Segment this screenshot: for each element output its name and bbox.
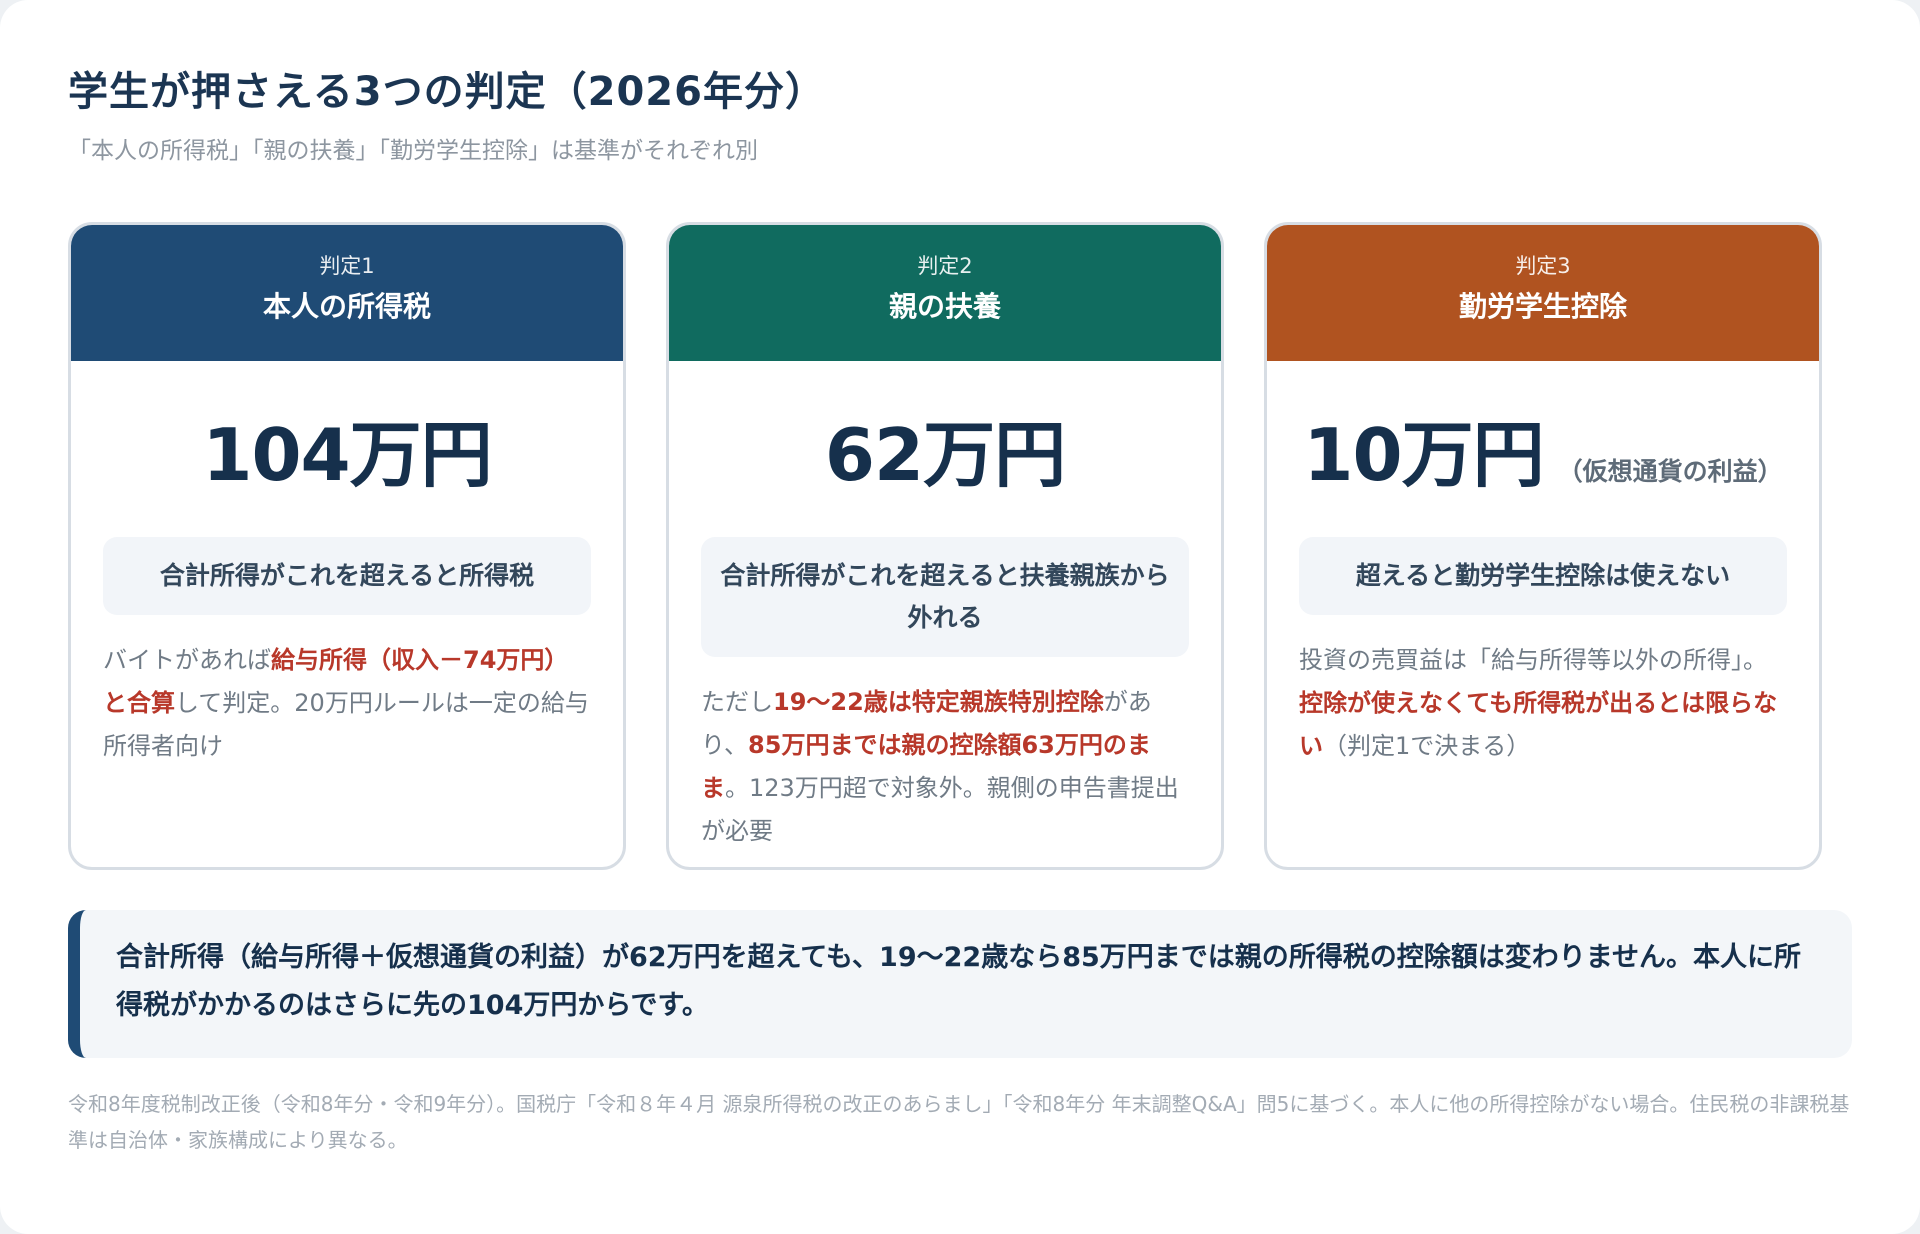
card-header: 判定2 親の扶養 [669, 225, 1221, 361]
card-title: 親の扶養 [888, 290, 1001, 323]
desc-text: 投資の売買益は「給与所得等以外の所得」。 [1299, 646, 1767, 674]
desc-text: （判定1で決まる） [1323, 732, 1531, 760]
card-header: 判定3 勤労学生控除 [1267, 225, 1819, 361]
threshold-condition: 合計所得がこれを超えると扶養親族から外れる [701, 537, 1189, 657]
desc-text: 。123万円超で対象外。親側の申告書提出が必要 [701, 774, 1179, 845]
card-title: 勤労学生控除 [1458, 290, 1627, 323]
card-title: 本人の所得税 [262, 290, 431, 323]
desc-text: バイトがあれば [103, 646, 271, 674]
judgment-cards: 判定1 本人の所得税 104万円 合計所得がこれを超えると所得税 バイトがあれば… [68, 222, 1852, 870]
card-label: 判定2 [917, 254, 973, 278]
card-body: 62万円 合計所得がこれを超えると扶養親族から外れる ただし19〜22歳は特定親… [669, 405, 1221, 853]
page-title: 学生が押さえる3つの判定（2026年分） [68, 69, 826, 115]
card-working-student: 判定3 勤労学生控除 10万円 （仮想通貨の利益） 超えると勤労学生控除は使えない… [1264, 222, 1822, 870]
card-description: バイトがあれば給与所得（収入－74万円）と合算して判定。20万円ルールは一定の給… [103, 639, 591, 768]
desc-highlight: 19〜22歳は特定親族特別控除 [773, 688, 1104, 716]
threshold-amount: 62万円 [824, 413, 1066, 497]
card-parent-dependent: 判定2 親の扶養 62万円 合計所得がこれを超えると扶養親族から外れる ただし1… [666, 222, 1224, 870]
page: 学生が押さえる3つの判定（2026年分） 「本人の所得税」「親の扶養」「勤労学生… [0, 0, 1920, 1234]
desc-text: して判定。20万円ルールは一定の給与所得者向け [103, 689, 589, 760]
page-subtitle: 「本人の所得税」「親の扶養」「勤労学生控除」は基準がそれぞれ別 [68, 138, 758, 164]
summary-callout: 合計所得（給与所得＋仮想通貨の利益）が62万円を超えても、19〜22歳なら85万… [68, 910, 1852, 1058]
card-label: 判定3 [1515, 254, 1571, 278]
threshold-condition: 超えると勤労学生控除は使えない [1299, 537, 1787, 615]
threshold-condition: 合計所得がこれを超えると所得税 [103, 537, 591, 615]
amount-row: 104万円 [103, 405, 591, 505]
amount-row: 10万円 （仮想通貨の利益） [1299, 405, 1787, 505]
card-body: 104万円 合計所得がこれを超えると所得税 バイトがあれば給与所得（収入－74万… [71, 405, 623, 768]
card-header: 判定1 本人の所得税 [71, 225, 623, 361]
card-label: 判定1 [319, 254, 375, 278]
desc-text: ただし [701, 688, 773, 716]
footnote: 令和8年度税制改正後（令和8年分・令和9年分）。国税庁「令和８年４月 源泉所得税… [68, 1092, 1850, 1152]
card-body: 10万円 （仮想通貨の利益） 超えると勤労学生控除は使えない 投資の売買益は「給与… [1267, 405, 1819, 768]
card-description: ただし19〜22歳は特定親族特別控除があり、85万円までは親の控除額63万円のま… [701, 681, 1189, 853]
threshold-amount: 10万円 [1303, 413, 1544, 497]
threshold-amount: 104万円 [202, 413, 492, 497]
amount-row: 62万円 [701, 405, 1189, 505]
card-income-tax: 判定1 本人の所得税 104万円 合計所得がこれを超えると所得税 バイトがあれば… [68, 222, 626, 870]
card-description: 投資の売買益は「給与所得等以外の所得」。控除が使えなくても所得税が出るとは限らな… [1299, 639, 1787, 768]
amount-note: （仮想通貨の利益） [1557, 457, 1783, 486]
